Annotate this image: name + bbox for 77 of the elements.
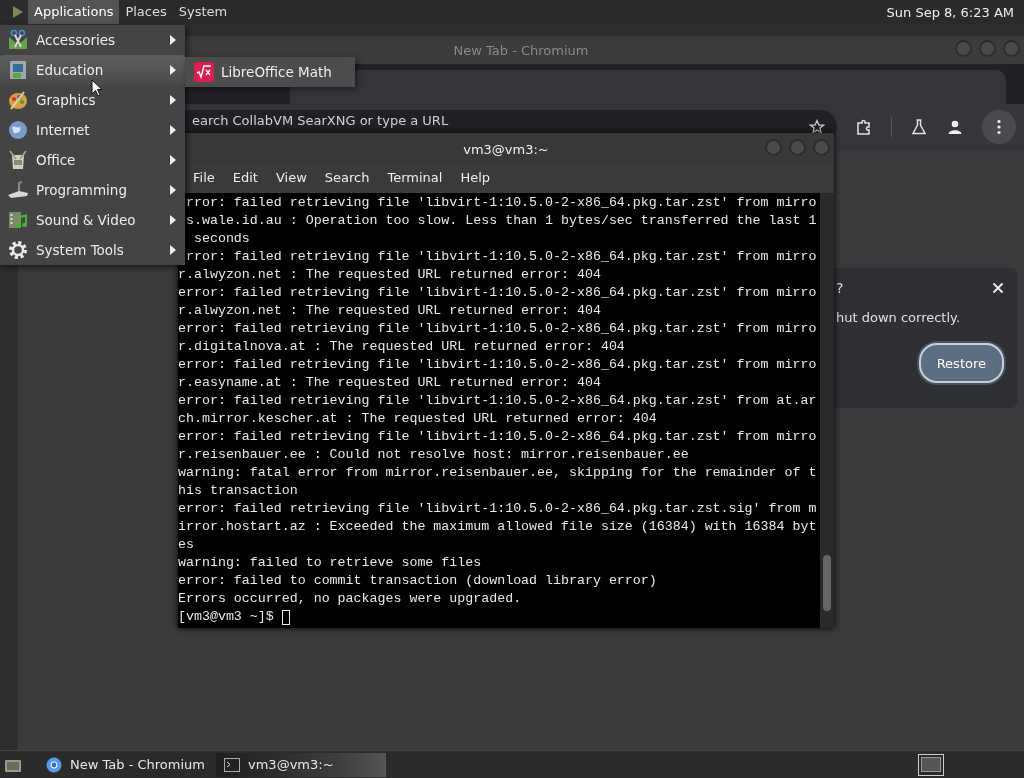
menu-item[interactable]: Search	[315, 170, 379, 185]
output-line: r.alwyzon.net : The requested URL returned error: 404	[178, 266, 601, 284]
terminal-icon	[224, 756, 240, 773]
output-line: error: failed retrieving file 'libvirt-1:10.5.0-2-x86_64.pkg.tar.zst' from at.ar	[178, 392, 817, 410]
output-line: r.reisenbauer.ee : Could not resolve host: mirror.reisenbauer.ee	[178, 446, 689, 464]
output-line: his transaction	[178, 482, 298, 500]
palette-icon	[7, 89, 29, 111]
panel-menu[interactable]: Applications	[28, 0, 120, 24]
jar-icon	[7, 149, 29, 171]
chalkboard-icon	[7, 59, 29, 81]
submenu-arrow-icon	[169, 215, 177, 225]
menu-item[interactable]: View	[266, 170, 316, 185]
scissors-icon	[7, 29, 29, 51]
output-line: r.alwyzon.net : The requested URL returned error: 404	[178, 302, 601, 320]
submenu-arrow-icon	[169, 65, 177, 75]
output-line: irror.hostart.az : Exceeded the maximum allowed file size (16384) with 16384 byt	[178, 518, 817, 536]
panel-menu[interactable]: System	[172, 0, 234, 24]
submenu-arrow-icon	[169, 155, 177, 165]
output-line: error: failed retrieving file 'libvirt-1:10.5.0-2-x86_64.pkg.tar.zst' from mirro	[178, 284, 817, 302]
submenu-arrow-icon	[169, 95, 177, 105]
output-line: warning: failed to retrieve some files	[178, 554, 482, 572]
close-icon[interactable]	[992, 282, 1004, 294]
menu-item[interactable]: LibreOffice Math	[185, 57, 355, 87]
scroll-thumb[interactable]	[823, 555, 831, 611]
menu-item[interactable]: Programming	[0, 175, 185, 205]
menu-item[interactable]: Terminal	[378, 170, 452, 185]
output-line: rror: failed retrieving file 'libvirt-1:10.5.0-2-x86_64.pkg.tar.zst' from mirro	[186, 194, 817, 212]
shell-prompt: [vm3@vm3 ~]$	[178, 608, 274, 626]
scrollbar[interactable]	[820, 193, 834, 628]
panel-menu[interactable]: Places	[119, 0, 173, 24]
menu-item[interactable]: Office	[0, 145, 185, 175]
gear-icon	[7, 239, 29, 261]
output-line: s.wale.id.au : Operation too slow. Less than 1 bytes/sec transferred the last 1	[186, 212, 817, 230]
formula-icon	[193, 61, 215, 83]
menu-icon[interactable]	[982, 110, 1016, 144]
clock[interactable]: Sun Sep 8, 6:23 AM	[886, 4, 1014, 20]
output-line: warning: fatal error from mirror.reisenbauer.ee, skipping for the remainder of t	[178, 464, 817, 482]
browser-icon	[46, 756, 62, 773]
window-title: vm3@vm3:~	[463, 141, 549, 157]
menu-item[interactable]: Sound & Video	[0, 205, 185, 235]
submenu-arrow-icon	[169, 185, 177, 195]
taskbar-button[interactable]: vm3@vm3:~	[216, 752, 386, 777]
dialog-message: hut down correctly.	[836, 310, 962, 325]
dialog-title: ?	[836, 280, 844, 296]
star-icon[interactable]	[809, 119, 825, 135]
window-title: New Tab - Chromium	[453, 42, 589, 58]
output-line: es	[178, 536, 194, 554]
output-line: r.digitalnova.at : The requested URL returned error: 404	[178, 338, 625, 356]
output-line: Errors occurred, no packages were upgraded.	[178, 590, 522, 608]
globe-icon	[7, 119, 29, 141]
output-line: error: failed retrieving file 'libvirt-1:10.5.0-2-x86_64.pkg.tar.zst.sig' from m	[178, 500, 817, 518]
output-line: error: failed retrieving file 'libvirt-1:10.5.0-2-x86_64.pkg.tar.zst' from mirro	[178, 320, 817, 338]
restore-button[interactable]: Restore	[918, 343, 1004, 383]
output-line: error: failed retrieving file 'libvirt-1:10.5.0-2-x86_64.pkg.tar.zst' from mirro	[178, 356, 817, 374]
output-line: ch.mirror.kescher.at : The requested URL returned error: 404	[178, 410, 657, 428]
menu-item[interactable]: File	[184, 170, 224, 185]
submenu-arrow-icon	[169, 245, 177, 255]
menu-item[interactable]: Accessories	[0, 25, 185, 55]
output-line: seconds	[193, 230, 250, 248]
workspace-switcher[interactable]	[918, 753, 944, 776]
taskbar-button[interactable]: New Tab - Chromium	[38, 752, 208, 777]
output-line: rror: failed retrieving file 'libvirt-1:10.5.0-2-x86_64.pkg.tar.zst' from mirro	[186, 248, 817, 266]
text-cursor	[281, 609, 290, 625]
menu-item[interactable]: Education	[0, 55, 185, 85]
submenu-arrow-icon	[169, 125, 177, 135]
flask-icon[interactable]	[910, 118, 928, 136]
output-line: error: failed retrieving file 'libvirt-1:10.5.0-2-x86_64.pkg.tar.zst' from mirro	[178, 428, 817, 446]
output-line: r.easyname.at : The requested URL returned error: 404	[178, 374, 601, 392]
menu-item[interactable]: System Tools	[0, 235, 185, 265]
trowel-icon	[7, 179, 29, 201]
profile-icon[interactable]	[946, 118, 964, 136]
menu-item[interactable]: Edit	[223, 170, 267, 185]
submenu-arrow-icon	[169, 35, 177, 45]
puzzle-icon[interactable]	[855, 118, 873, 136]
menu-item[interactable]: Help	[451, 170, 500, 185]
film-icon	[7, 209, 29, 231]
output-line: error: failed to commit transaction (download library error)	[178, 572, 657, 590]
